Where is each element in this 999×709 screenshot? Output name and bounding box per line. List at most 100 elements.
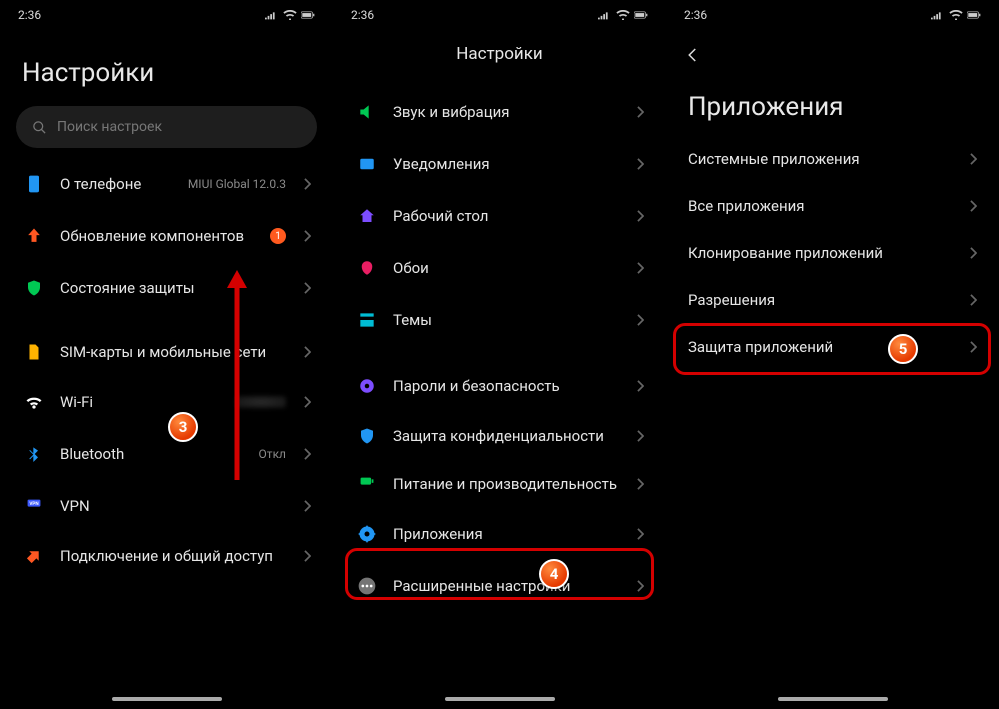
row-additional[interactable]: Расширенные настройки: [339, 560, 660, 612]
screen-apps: 2:36 Приложения Системные приложения Все…: [666, 0, 999, 709]
chevron-right-icon: [304, 175, 311, 194]
search-placeholder: Поиск настроек: [57, 119, 162, 135]
privacy-icon: [355, 424, 379, 448]
apps-icon: [355, 522, 379, 546]
sim-icon: [22, 340, 46, 364]
chevron-right-icon: [304, 227, 311, 246]
home-indicator[interactable]: [445, 697, 555, 701]
chevron-right-icon: [637, 475, 644, 494]
chevron-right-icon: [970, 338, 977, 357]
about-value: MIUI Global 12.0.3: [188, 177, 286, 191]
home-icon: [355, 204, 379, 228]
row-notifications[interactable]: Уведомления: [339, 138, 660, 190]
signal-icon: [598, 10, 612, 20]
page-title: Настройки: [0, 30, 333, 96]
update-icon: [22, 224, 46, 248]
page-title: Настройки: [333, 30, 666, 72]
chevron-right-icon: [637, 525, 644, 544]
chevron-right-icon: [970, 197, 977, 216]
row-privacy[interactable]: Защита конфиденциальности: [339, 412, 660, 460]
chevron-right-icon: [970, 150, 977, 169]
home-indicator[interactable]: [778, 697, 888, 701]
chevron-right-icon: [970, 244, 977, 263]
row-sim-cards[interactable]: SIM-карты и мобильные сети: [6, 328, 327, 376]
chevron-right-icon: [637, 259, 644, 278]
row-system-apps[interactable]: Системные приложения: [672, 136, 993, 183]
status-time: 2:36: [18, 8, 41, 22]
row-hotspot[interactable]: Подключение и общий доступ: [6, 532, 327, 580]
wifi-icon: [283, 10, 297, 20]
lock-icon: [355, 374, 379, 398]
signal-icon: [265, 10, 279, 20]
row-apps[interactable]: Приложения: [339, 508, 660, 560]
row-permissions[interactable]: Разрешения: [672, 277, 993, 324]
row-sound[interactable]: Звук и вибрация: [339, 86, 660, 138]
row-passwords[interactable]: Пароли и безопасность: [339, 360, 660, 412]
row-about-phone[interactable]: О телефоне MIUI Global 12.0.3: [6, 158, 327, 210]
battery-icon: [355, 472, 379, 496]
vpn-icon: VPN: [22, 494, 46, 518]
page-title: Приложения: [666, 74, 999, 130]
battery-icon: [967, 10, 981, 20]
status-bar: 2:36: [0, 0, 333, 30]
chevron-right-icon: [637, 377, 644, 396]
screen-settings-main: 2:36 Настройки Поиск настроек О телефоне…: [0, 0, 333, 709]
back-button[interactable]: [682, 44, 704, 66]
chevron-right-icon: [637, 311, 644, 330]
chevron-right-icon: [637, 103, 644, 122]
themes-icon: [355, 308, 379, 332]
chevron-right-icon: [304, 497, 311, 516]
status-bar: 2:36: [333, 0, 666, 30]
row-home-screen[interactable]: Рабочий стол: [339, 190, 660, 242]
row-dual-apps[interactable]: Клонирование приложений: [672, 230, 993, 277]
status-icons: [265, 10, 315, 20]
wifi-icon: [616, 10, 630, 20]
wifi-icon: [949, 10, 963, 20]
row-app-lock[interactable]: Защита приложений: [672, 324, 993, 371]
bluetooth-icon: [22, 442, 46, 466]
status-time: 2:36: [684, 8, 707, 22]
update-badge: 1: [270, 228, 286, 244]
row-themes[interactable]: Темы: [339, 294, 660, 346]
row-wifi[interactable]: Wi-Fi: [6, 376, 327, 428]
row-security-status[interactable]: Состояние защиты: [6, 262, 327, 314]
row-battery[interactable]: Питание и производительность: [339, 460, 660, 508]
screen-settings-scrolled: 2:36 Настройки Звук и вибрация Уведомлен…: [333, 0, 666, 709]
sound-icon: [355, 100, 379, 124]
chevron-right-icon: [637, 155, 644, 174]
svg-text:VPN: VPN: [29, 501, 38, 507]
chevron-right-icon: [304, 343, 311, 362]
chevron-right-icon: [637, 207, 644, 226]
chevron-right-icon: [970, 291, 977, 310]
battery-icon: [634, 10, 648, 20]
row-wallpaper[interactable]: Обои: [339, 242, 660, 294]
bt-value: Откл: [259, 447, 286, 461]
status-time: 2:36: [351, 8, 374, 22]
wallpaper-icon: [355, 256, 379, 280]
shield-icon: [22, 276, 46, 300]
status-icons: [931, 10, 981, 20]
row-system-updater[interactable]: Обновление компонентов 1: [6, 210, 327, 262]
chevron-right-icon: [304, 393, 311, 412]
row-bluetooth[interactable]: Bluetooth Откл: [6, 428, 327, 480]
row-vpn[interactable]: VPN VPN: [6, 480, 327, 532]
search-input[interactable]: Поиск настроек: [16, 106, 317, 148]
notification-icon: [355, 152, 379, 176]
status-icons: [598, 10, 648, 20]
wifi-value-blurred: [236, 396, 286, 408]
more-icon: [355, 574, 379, 598]
chevron-right-icon: [304, 445, 311, 464]
row-all-apps[interactable]: Все приложения: [672, 183, 993, 230]
search-icon: [32, 120, 47, 135]
status-bar: 2:36: [666, 0, 999, 30]
signal-icon: [931, 10, 945, 20]
chevron-right-icon: [637, 577, 644, 596]
chevron-right-icon: [637, 427, 644, 446]
hotspot-icon: [22, 544, 46, 568]
chevron-right-icon: [304, 279, 311, 298]
phone-icon: [22, 172, 46, 196]
chevron-right-icon: [304, 547, 311, 566]
battery-icon: [301, 10, 315, 20]
wifi-icon: [22, 390, 46, 414]
home-indicator[interactable]: [112, 697, 222, 701]
